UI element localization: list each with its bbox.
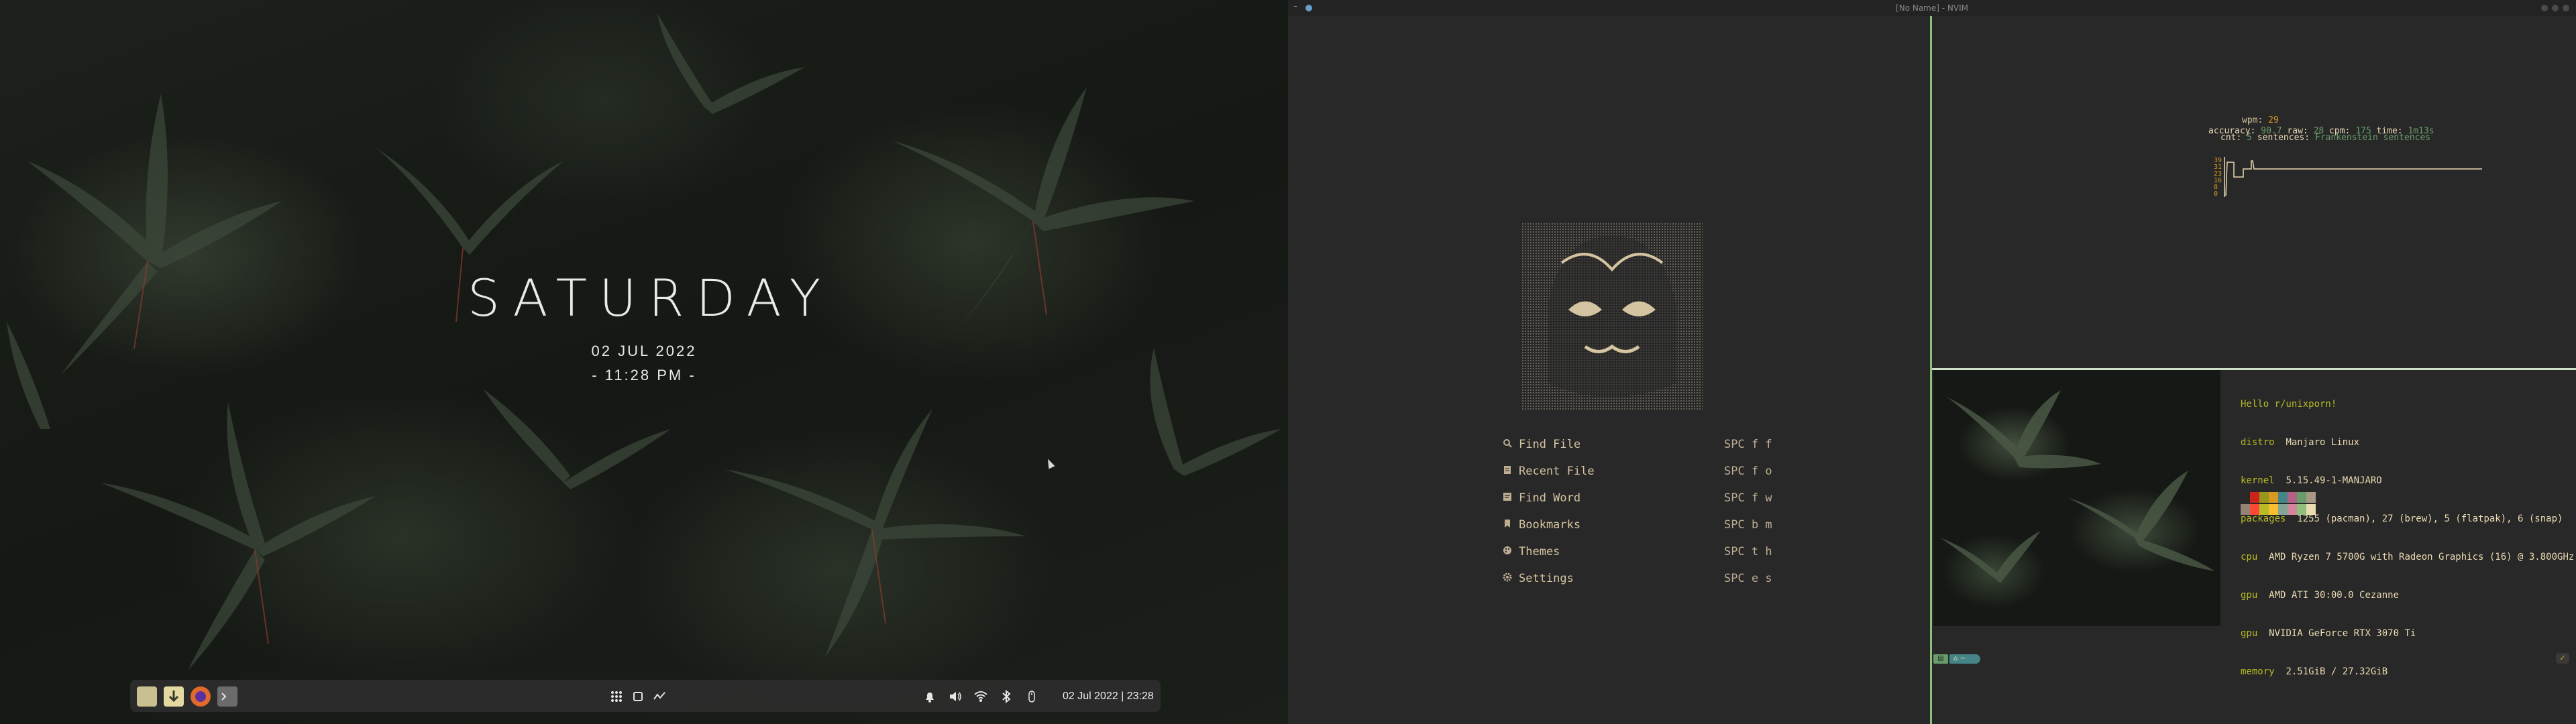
menu-find-word[interactable]: Find Word SPC f w <box>1503 486 1772 513</box>
activity-icon[interactable] <box>652 689 667 704</box>
color-swatch <box>2259 504 2269 515</box>
color-swatch <box>2297 492 2306 503</box>
menu-label: Find Word <box>1519 491 1581 505</box>
fetch-wallpaper-image <box>1933 370 2220 626</box>
date-text: 02 JUL 2022 <box>591 343 697 359</box>
y-tick: 0 <box>2214 190 2218 198</box>
statusline-check-icon: ✓ <box>2556 653 2569 664</box>
bell-icon[interactable] <box>922 688 938 705</box>
color-swatch <box>2269 504 2278 515</box>
fetch-row: gpu AMD ATI 30:00.0 Cezanne <box>2241 590 2400 601</box>
color-palette-light <box>2241 504 2316 515</box>
bookmark-icon <box>1503 519 1512 528</box>
menu-label: Themes <box>1519 545 1560 558</box>
wifi-icon[interactable] <box>973 688 989 705</box>
color-swatch <box>2259 492 2269 503</box>
fetch-row: memory 2.51GiB / 27.32GiB <box>2241 666 2388 677</box>
color-swatch <box>2241 492 2250 503</box>
color-swatch <box>2241 504 2250 515</box>
terminal-icon[interactable] <box>217 686 237 707</box>
menu-shortcut: SPC f o <box>1724 465 1772 478</box>
day-name: SATURDAY <box>467 268 833 328</box>
color-swatch <box>2306 492 2316 503</box>
menu-shortcut: SPC e s <box>1724 572 1772 585</box>
menu-recent-file[interactable]: Recent File SPC f o <box>1503 459 1772 486</box>
menu-find-file[interactable]: Find File SPC f f <box>1503 432 1772 459</box>
typing-stats-row2: cnt: 5 sentences: Frankenstein sentences <box>2220 133 2430 143</box>
file-manager-icon[interactable] <box>137 686 157 707</box>
search-icon <box>1503 438 1512 448</box>
color-swatch <box>2278 504 2288 515</box>
wpm-title: wpm: 29 <box>2242 115 2279 125</box>
menu-shortcut: SPC f f <box>1724 438 1772 451</box>
menu-shortcut: SPC f w <box>1724 491 1772 505</box>
tray-datetime[interactable]: 02 Jul 2022 | 23:28 <box>1063 689 1154 704</box>
color-swatch <box>2288 504 2297 515</box>
color-swatch <box>2250 492 2259 503</box>
app-grid-icon[interactable] <box>609 689 624 704</box>
color-swatch <box>2269 492 2278 503</box>
menu-settings[interactable]: Settings SPC e s <box>1503 566 1772 593</box>
color-swatch <box>2250 504 2259 515</box>
dock: 02 Jul 2022 | 23:28 <box>130 680 1161 712</box>
statusline-mode: ▤ <box>1933 654 1948 664</box>
cnt-value: 5 <box>2247 133 2252 143</box>
wpm-value: 29 <box>2268 115 2279 125</box>
color-palette-dark <box>2241 492 2316 503</box>
dashboard-ascii-logo <box>1521 223 1703 410</box>
wpm-chart: 39 31 23 16 8 0 <box>2214 157 2482 198</box>
recent-file-icon <box>1503 465 1512 475</box>
sentences-value: Frankenstein sentences <box>2314 133 2431 143</box>
wpm-label: wpm: <box>2242 115 2263 125</box>
right-monitor-nvim: – [No Name] - NVIM Find File SPC f f Rec… <box>1288 0 2576 724</box>
menu-shortcut: SPC b m <box>1724 518 1772 532</box>
color-swatch <box>2288 492 2297 503</box>
menu-label: Recent File <box>1519 465 1595 478</box>
bluetooth-icon[interactable] <box>998 688 1014 705</box>
gear-icon <box>1503 572 1512 582</box>
menu-label: Settings <box>1519 572 1574 585</box>
volume-icon[interactable] <box>947 688 963 705</box>
fetch-row: kernel 5.15.49-1-MANJARO <box>2241 475 2382 486</box>
fetch-info: Hello r/unixporn! distro Manjaro Linux k… <box>2241 373 2574 704</box>
dashboard-menu: Find File SPC f f Recent File SPC f o Fi… <box>1503 432 1772 593</box>
wpm-line <box>2225 160 2482 196</box>
fetch-greeting: Hello r/unixporn! <box>2241 399 2337 410</box>
downloader-icon[interactable] <box>164 686 184 707</box>
menu-label: Find File <box>1519 438 1581 451</box>
color-swatch <box>2278 492 2288 503</box>
menu-shortcut: SPC t h <box>1724 545 1772 558</box>
fetch-row: distro Manjaro Linux <box>2241 437 2360 448</box>
fetch-row: cpu AMD Ryzen 7 5700G with Radeon Graphi… <box>2241 552 2575 562</box>
cnt-label: cnt: <box>2220 133 2242 143</box>
left-monitor-desktop: SATURDAY 02 JUL 2022 - 11:28 PM - 02 Jul… <box>0 0 1288 724</box>
palette-icon <box>1503 546 1512 555</box>
window-title: [No Name] - NVIM <box>1896 3 1968 13</box>
maximize-button[interactable] <box>2552 5 2559 11</box>
vertical-pane-divider[interactable] <box>1930 16 1932 724</box>
color-swatch <box>2306 504 2316 515</box>
sentences-label: sentences: <box>2257 133 2310 143</box>
menu-bookmarks[interactable]: Bookmarks SPC b m <box>1503 513 1772 540</box>
mouse-icon[interactable] <box>1024 688 1040 705</box>
menu-themes[interactable]: Themes SPC t h <box>1503 540 1772 566</box>
window-titlebar[interactable]: – [No Name] - NVIM <box>1288 0 2576 16</box>
minimize-button[interactable] <box>2541 5 2548 11</box>
clock-widget: SATURDAY 02 JUL 2022 - 11:28 PM - <box>0 268 1288 384</box>
statusline-cwd: ⌂ ~ <box>1949 654 1980 664</box>
time-text: - 11:28 PM - <box>592 367 696 383</box>
menu-label: Bookmarks <box>1519 518 1581 532</box>
firefox-icon[interactable] <box>191 686 211 707</box>
fetch-row: gpu NVIDIA GeForce RTX 3070 Ti <box>2241 628 2416 639</box>
close-button[interactable] <box>2563 5 2569 11</box>
find-word-icon <box>1503 492 1512 501</box>
workspace-icon[interactable] <box>631 689 645 704</box>
color-swatch <box>2297 504 2306 515</box>
